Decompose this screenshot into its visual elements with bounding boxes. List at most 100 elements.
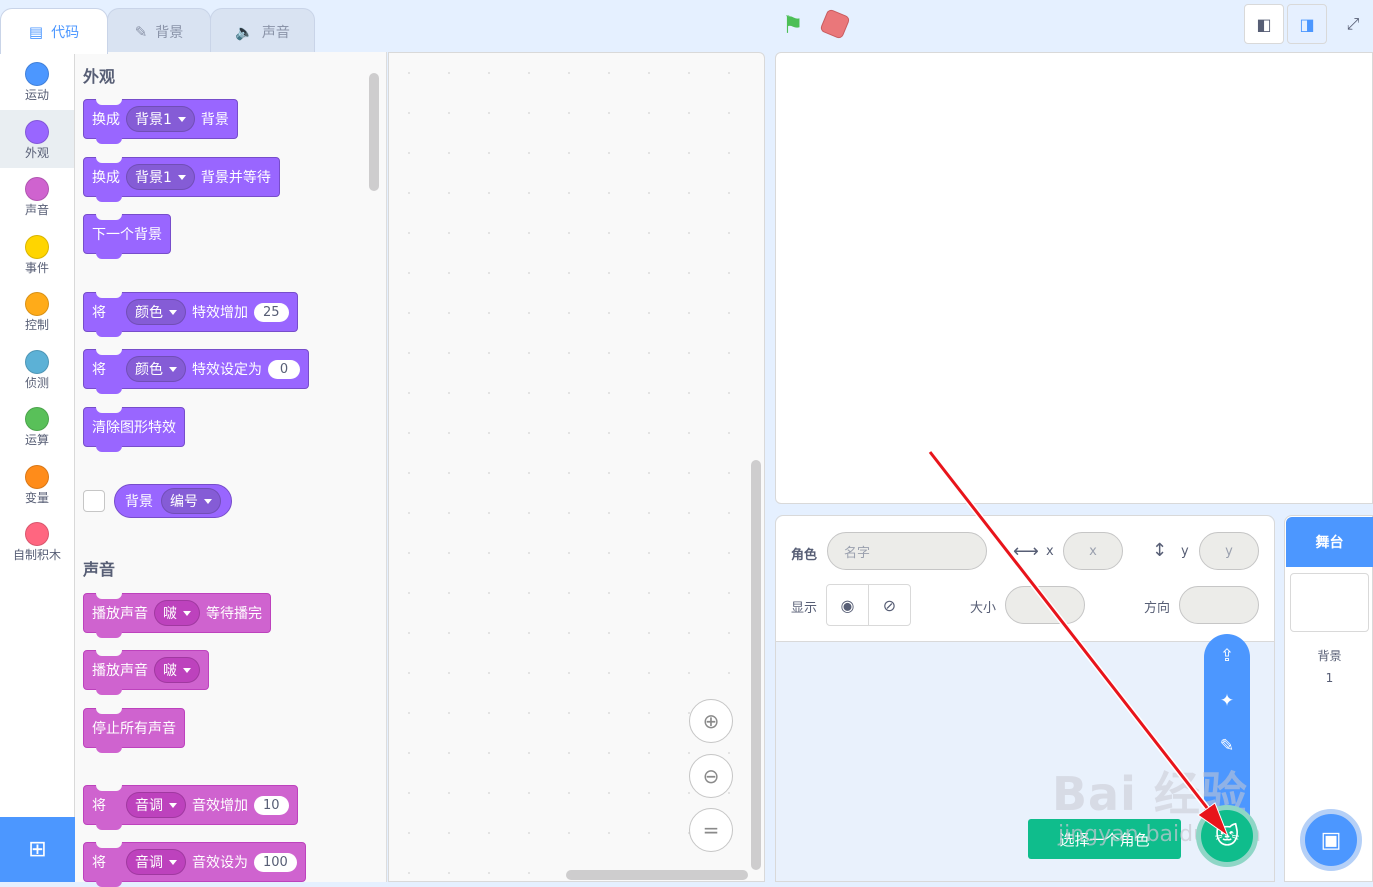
block-text: 清除图形特效	[92, 420, 176, 436]
block-switch-backdrop[interactable]: 换成 背景1 背景	[83, 99, 238, 144]
small-stage-icon: ◧	[1256, 14, 1272, 34]
stage-canvas[interactable]	[775, 52, 1373, 504]
zoom-in-button[interactable]: ⊕	[689, 699, 733, 743]
y-field[interactable]: y	[1199, 532, 1259, 570]
block-set-sound-effect[interactable]: 将 音调 音效设为 100	[83, 842, 306, 887]
small-stage-button[interactable]: ◧	[1244, 4, 1284, 44]
image-add-icon: ▣	[1320, 827, 1342, 853]
horizontal-arrows-icon: ⟷	[1013, 541, 1039, 562]
zoom-in-icon: ⊕	[702, 709, 720, 733]
backdrops-label: 背景	[1317, 649, 1342, 663]
sprite-name-field[interactable]: 名字	[827, 532, 987, 570]
sound-effect-dropdown[interactable]: 音调	[126, 849, 186, 875]
category-dot	[25, 120, 49, 144]
fullscreen-button[interactable]: ⤢	[1333, 4, 1373, 44]
category-operators[interactable]: 运算	[0, 397, 74, 455]
paint-icon[interactable]: ✎	[1214, 733, 1240, 759]
green-flag-icon[interactable]: ⚑	[782, 11, 804, 39]
category-looks[interactable]: 外观	[0, 110, 74, 168]
choose-backdrop-button[interactable]: ▣	[1300, 809, 1362, 871]
category-dot	[25, 62, 49, 86]
category-myblocks[interactable]: 自制积木	[0, 512, 74, 570]
reporter-checkbox[interactable]	[83, 490, 105, 512]
zoom-out-button[interactable]: ⊖	[689, 754, 733, 798]
block-next-backdrop[interactable]: 下一个背景	[83, 214, 171, 259]
block-change-effect[interactable]: 将 颜色 特效增加 25	[83, 292, 298, 337]
reporter-backdrop-number[interactable]: 背景 编号	[114, 484, 232, 518]
direction-field[interactable]	[1179, 586, 1259, 624]
category-label: 运动	[24, 88, 49, 102]
zoom-out-icon: ⊖	[702, 764, 720, 788]
dropdown-value: 啵	[163, 663, 177, 679]
block-text: 将	[92, 855, 106, 871]
block-clear-effects[interactable]: 清除图形特效	[83, 407, 185, 452]
backdrop-dropdown[interactable]: 背景1	[126, 106, 195, 132]
upload-icon[interactable]: ⇪	[1214, 643, 1240, 669]
sound-dropdown[interactable]: 啵	[154, 657, 200, 683]
block-stop-all-sounds[interactable]: 停止所有声音	[83, 708, 185, 753]
block-text: 特效增加	[192, 305, 248, 321]
number-input[interactable]: 10	[254, 795, 289, 815]
caret-down-icon	[183, 667, 191, 673]
effect-dropdown[interactable]: 颜色	[126, 299, 186, 325]
block-text: 背景并等待	[200, 170, 271, 186]
size-field[interactable]	[1005, 586, 1085, 624]
sound-effect-dropdown[interactable]: 音调	[126, 792, 186, 818]
category-dot	[25, 522, 49, 546]
normal-stage-icon: ◨	[1299, 14, 1315, 34]
block-text: 下一个背景	[92, 227, 162, 243]
hide-button[interactable]: ⊘	[868, 585, 910, 625]
caret-down-icon	[169, 309, 177, 315]
x-field[interactable]: x	[1063, 532, 1123, 570]
tab-code[interactable]: ▤ 代码	[0, 8, 108, 54]
tab-backdrops-label: 背景	[155, 24, 184, 41]
section-title-sound: 声音	[83, 560, 116, 579]
tab-backdrops[interactable]: ✎ 背景	[107, 8, 211, 54]
block-text: 播放声音	[92, 663, 148, 679]
block-change-sound-effect[interactable]: 将 音调 音效增加 10	[83, 785, 298, 830]
caret-down-icon	[177, 116, 186, 122]
category-variables[interactable]: 变量	[0, 455, 74, 513]
show-button[interactable]: ◉	[827, 585, 868, 625]
category-sound[interactable]: 声音	[0, 167, 74, 225]
sound-dropdown[interactable]: 啵	[154, 600, 200, 626]
category-label: 运算	[24, 433, 49, 447]
category-control[interactable]: 控制	[0, 282, 74, 340]
choose-sprite-button[interactable]: 🐱	[1196, 805, 1258, 867]
show-label: 显示	[791, 601, 818, 616]
stage-thumbnail[interactable]	[1290, 573, 1369, 632]
tab-sounds[interactable]: 🔈 声音	[210, 8, 315, 54]
workspace-vertical-scrollbar[interactable]	[751, 460, 761, 870]
block-text: 音效设为	[192, 855, 248, 871]
number-input[interactable]: 100	[254, 852, 297, 872]
block-set-effect[interactable]: 将 颜色 特效设定为 0	[83, 349, 309, 394]
dropdown-value: 颜色	[135, 305, 163, 321]
zoom-reset-button[interactable]: =	[689, 808, 733, 852]
surprise-icon[interactable]: ✦	[1214, 688, 1240, 714]
block-text: 等待播完	[206, 606, 262, 622]
number-input[interactable]: 25	[254, 302, 289, 322]
stop-icon[interactable]	[819, 8, 851, 40]
backdrops-count: 1	[1325, 671, 1334, 685]
add-extension-button[interactable]: ⊞	[0, 817, 75, 882]
effect-dropdown[interactable]: 颜色	[126, 356, 186, 382]
speaker-icon: 🔈	[235, 22, 254, 41]
block-switch-backdrop-wait[interactable]: 换成 背景1 背景并等待	[83, 157, 280, 202]
workspace-horizontal-scrollbar[interactable]	[566, 870, 748, 880]
category-motion[interactable]: 运动	[0, 52, 74, 110]
block-text: 换成	[92, 112, 120, 128]
caret-down-icon	[169, 859, 177, 865]
dropdown-value: 编号	[170, 494, 198, 510]
normal-stage-button[interactable]: ◨	[1287, 4, 1327, 44]
caret-down-icon	[204, 498, 212, 504]
category-sensing[interactable]: 侦测	[0, 340, 74, 398]
dropdown-value: 背景1	[135, 170, 172, 186]
number-input[interactable]: 0	[268, 359, 300, 379]
category-events[interactable]: 事件	[0, 225, 74, 283]
block-start-sound[interactable]: 播放声音 啵	[83, 650, 209, 695]
category-label: 控制	[24, 318, 49, 332]
palette-scrollbar[interactable]	[369, 73, 379, 191]
reporter-dropdown[interactable]: 编号	[161, 488, 221, 514]
block-play-sound-until-done[interactable]: 播放声音 啵 等待播完	[83, 593, 271, 638]
backdrop-dropdown[interactable]: 背景1	[126, 164, 195, 190]
